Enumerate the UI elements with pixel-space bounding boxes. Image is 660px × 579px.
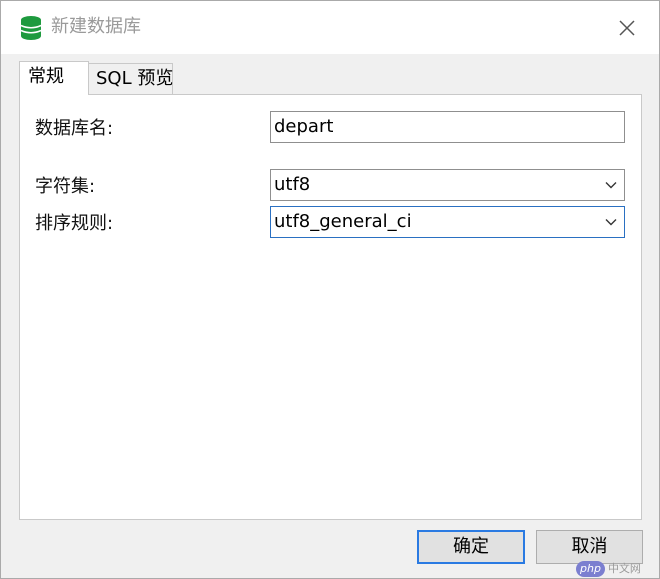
tab-sql-preview[interactable]: SQL 预览 bbox=[87, 63, 173, 95]
watermark: php 中文网 bbox=[576, 561, 641, 577]
charset-label: 字符集: bbox=[35, 176, 96, 197]
close-icon bbox=[619, 20, 635, 36]
db-name-input[interactable]: depart bbox=[270, 111, 625, 143]
close-button[interactable] bbox=[613, 14, 641, 42]
general-panel: 数据库名: depart 字符集: utf8 排序规则: utf8_genera… bbox=[19, 94, 642, 520]
charset-select[interactable]: utf8 bbox=[270, 169, 625, 201]
watermark-text: 中文网 bbox=[607, 562, 641, 575]
collation-select[interactable]: utf8_general_ci bbox=[270, 206, 625, 238]
watermark-badge: php bbox=[576, 561, 605, 577]
tab-general[interactable]: 常规 bbox=[19, 61, 89, 95]
window-title: 新建数据库 bbox=[51, 16, 141, 37]
collation-value: utf8_general_ci bbox=[274, 211, 412, 232]
collation-label: 排序规则: bbox=[35, 213, 114, 234]
chevron-down-icon bbox=[605, 219, 617, 226]
db-name-value: depart bbox=[274, 116, 334, 137]
ok-button[interactable]: 确定 bbox=[417, 530, 525, 564]
title-bar: 新建数据库 bbox=[1, 1, 659, 54]
database-icon bbox=[20, 16, 42, 40]
db-name-label: 数据库名: bbox=[35, 118, 114, 139]
chevron-down-icon bbox=[605, 182, 617, 189]
cancel-button[interactable]: 取消 bbox=[536, 530, 643, 564]
new-database-dialog: 新建数据库 常规 SQL 预览 数据库名: depart 字符集: utf8 排… bbox=[0, 0, 660, 579]
charset-value: utf8 bbox=[274, 174, 311, 195]
